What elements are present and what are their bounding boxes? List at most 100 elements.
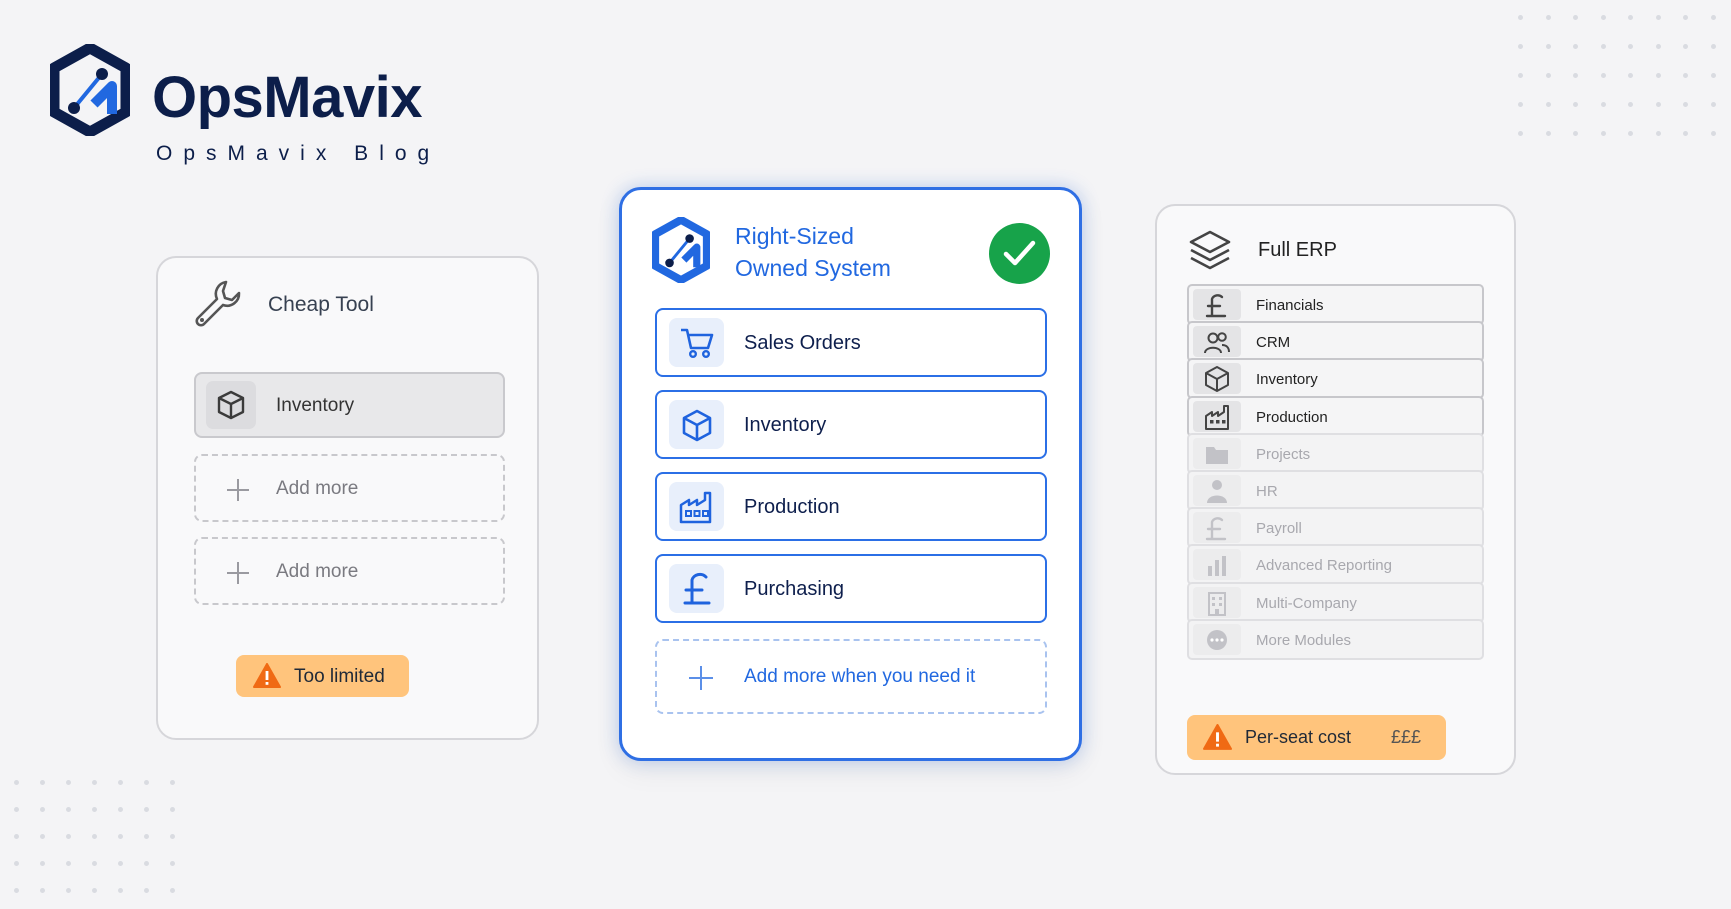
plus-icon [227, 479, 249, 501]
too-limited-badge: Too limited [236, 655, 409, 697]
dot [118, 780, 123, 785]
erp-module-multi-company[interactable]: Multi-Company [1187, 581, 1484, 623]
erp-module-more-modules[interactable]: More Modules [1187, 618, 1484, 660]
dot [1545, 102, 1551, 107]
dot [1573, 131, 1578, 136]
dot [170, 834, 175, 839]
erp-module-crm[interactable]: CRM [1187, 321, 1484, 363]
module-purchasing[interactable]: Purchasing [655, 554, 1047, 623]
full-erp-card: Full ERP Financials CRM Inventory Productio… [1155, 204, 1516, 775]
dot [1710, 15, 1716, 20]
cheap-tool-add-more-slot[interactable]: Add more [194, 454, 505, 522]
plus-icon [689, 666, 713, 690]
dot [66, 861, 71, 866]
erp-module-advanced-reporting[interactable]: Advanced Reporting [1187, 544, 1484, 586]
erp-module-label: Inventory [1256, 371, 1318, 389]
per-seat-cost-badge: Per-seat cost £££ [1187, 715, 1446, 760]
dot [92, 834, 97, 839]
dot [92, 780, 97, 785]
module-production[interactable]: Production [655, 472, 1047, 541]
person-icon [1193, 475, 1241, 506]
dot [1655, 131, 1661, 136]
pound-icon [669, 564, 724, 613]
brand-subtitle: OpsMavix Blog [156, 142, 441, 165]
dot [1655, 44, 1661, 49]
box-icon [669, 400, 724, 449]
dot [40, 888, 45, 893]
dot [118, 861, 123, 866]
module-label: Production [744, 496, 840, 518]
dot [1710, 131, 1716, 136]
dot [1600, 73, 1606, 78]
bar-chart-icon [1193, 549, 1241, 581]
dot [170, 780, 175, 785]
erp-module-hr[interactable]: HR [1187, 470, 1484, 511]
module-label: Purchasing [744, 578, 845, 600]
dot [1683, 102, 1688, 107]
dot [1518, 102, 1523, 107]
dot [1628, 102, 1633, 107]
dot [1518, 44, 1523, 49]
erp-module-projects[interactable]: Projects [1187, 432, 1484, 474]
erp-module-production[interactable]: Production [1187, 395, 1484, 437]
box-icon [1193, 363, 1241, 395]
dot [1600, 102, 1606, 107]
dot [1655, 15, 1661, 20]
cheap-tool-card: Cheap Tool Inventory Add more Add more T… [156, 256, 539, 740]
dot [40, 834, 45, 839]
dot [1545, 131, 1551, 136]
cheap-tool-add-more-slot[interactable]: Add more [194, 537, 505, 605]
layers-icon [1189, 230, 1231, 270]
erp-module-label: Financials [1256, 297, 1324, 314]
module-inventory[interactable]: Inventory [655, 390, 1047, 459]
module-sales-orders[interactable]: Sales Orders [655, 308, 1047, 377]
users-icon [1193, 326, 1241, 358]
dot [1628, 44, 1633, 49]
brand-name: OpsMavix [152, 65, 423, 130]
dot [1600, 15, 1606, 20]
dot [1600, 131, 1606, 136]
pound-icon [1193, 289, 1241, 320]
dot [66, 807, 71, 812]
dot [92, 888, 97, 893]
dot [118, 834, 123, 839]
dot [170, 888, 175, 893]
right-sized-title-line1: Right-Sized [735, 223, 854, 249]
erp-module-inventory[interactable]: Inventory [1187, 358, 1484, 400]
dot [66, 834, 71, 839]
dot [1683, 131, 1688, 136]
dot [1628, 15, 1633, 20]
erp-module-financials[interactable]: Financials [1187, 284, 1484, 325]
dot [1655, 102, 1661, 107]
erp-module-label: CRM [1256, 334, 1291, 352]
erp-module-label: Multi-Company [1256, 594, 1357, 612]
add-more-when-needed-slot[interactable]: Add more when you need it [655, 639, 1047, 714]
dot [1573, 44, 1578, 49]
dot [1545, 44, 1551, 49]
erp-module-label: More Modules [1256, 631, 1352, 649]
dot [1683, 44, 1688, 49]
dot [1683, 73, 1688, 78]
dot [92, 861, 97, 866]
dot [1518, 73, 1523, 78]
add-more-label: Add more [276, 561, 359, 582]
dot [14, 807, 19, 812]
dot [170, 807, 175, 812]
dot [1600, 44, 1606, 49]
erp-module-payroll[interactable]: Payroll [1187, 507, 1484, 549]
per-seat-cost-value: £££ [1391, 727, 1422, 747]
factory-icon [669, 482, 724, 531]
right-sized-title-line2: Owned System [735, 255, 891, 281]
dot [1710, 102, 1716, 107]
cheap-tool-inventory-row: Inventory [194, 372, 505, 438]
dot [118, 888, 123, 893]
dot [1545, 73, 1551, 78]
dot [1710, 44, 1716, 49]
erp-module-label: Production [1256, 408, 1328, 426]
box-icon-tile [206, 381, 256, 429]
erp-module-label: Payroll [1256, 520, 1302, 538]
opsmavix-logo-icon [50, 44, 130, 136]
warning-icon [253, 663, 281, 688]
add-more-label: Add more [276, 478, 359, 499]
cheap-tool-title: Cheap Tool [268, 293, 374, 316]
